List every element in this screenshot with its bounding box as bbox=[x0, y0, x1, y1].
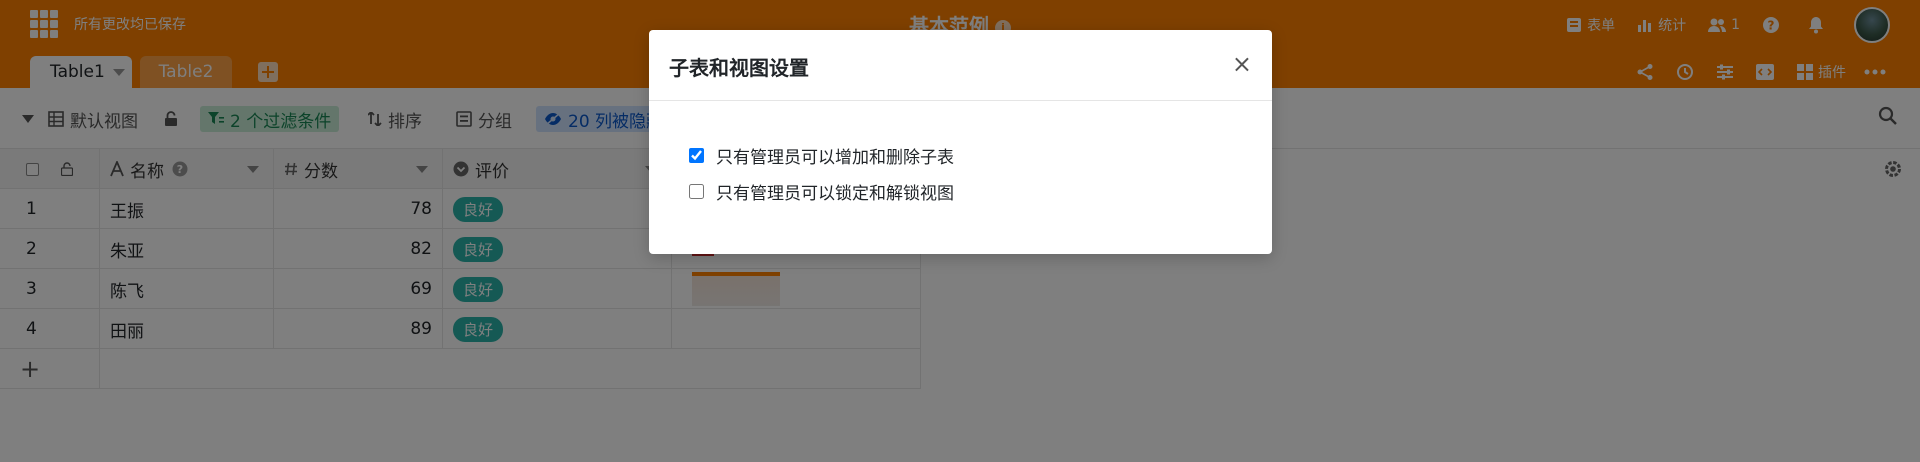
admin-only-lock-view-checkbox[interactable] bbox=[689, 184, 704, 199]
admin-only-lock-view-option[interactable]: 只有管理员可以锁定和解锁视图 bbox=[689, 179, 954, 204]
admin-only-subtable-option[interactable]: 只有管理员可以增加和删除子表 bbox=[689, 143, 954, 168]
settings-dialog: 子表和视图设置 × 只有管理员可以增加和删除子表 只有管理员可以锁定和解锁视图 bbox=[649, 30, 1272, 254]
dialog-header: 子表和视图设置 × bbox=[649, 30, 1272, 101]
option-label: 只有管理员可以锁定和解锁视图 bbox=[716, 184, 954, 204]
option-label: 只有管理员可以增加和删除子表 bbox=[716, 148, 954, 168]
admin-only-subtable-checkbox[interactable] bbox=[689, 148, 704, 163]
dialog-title: 子表和视图设置 bbox=[669, 56, 809, 80]
close-icon[interactable]: × bbox=[1232, 52, 1252, 76]
